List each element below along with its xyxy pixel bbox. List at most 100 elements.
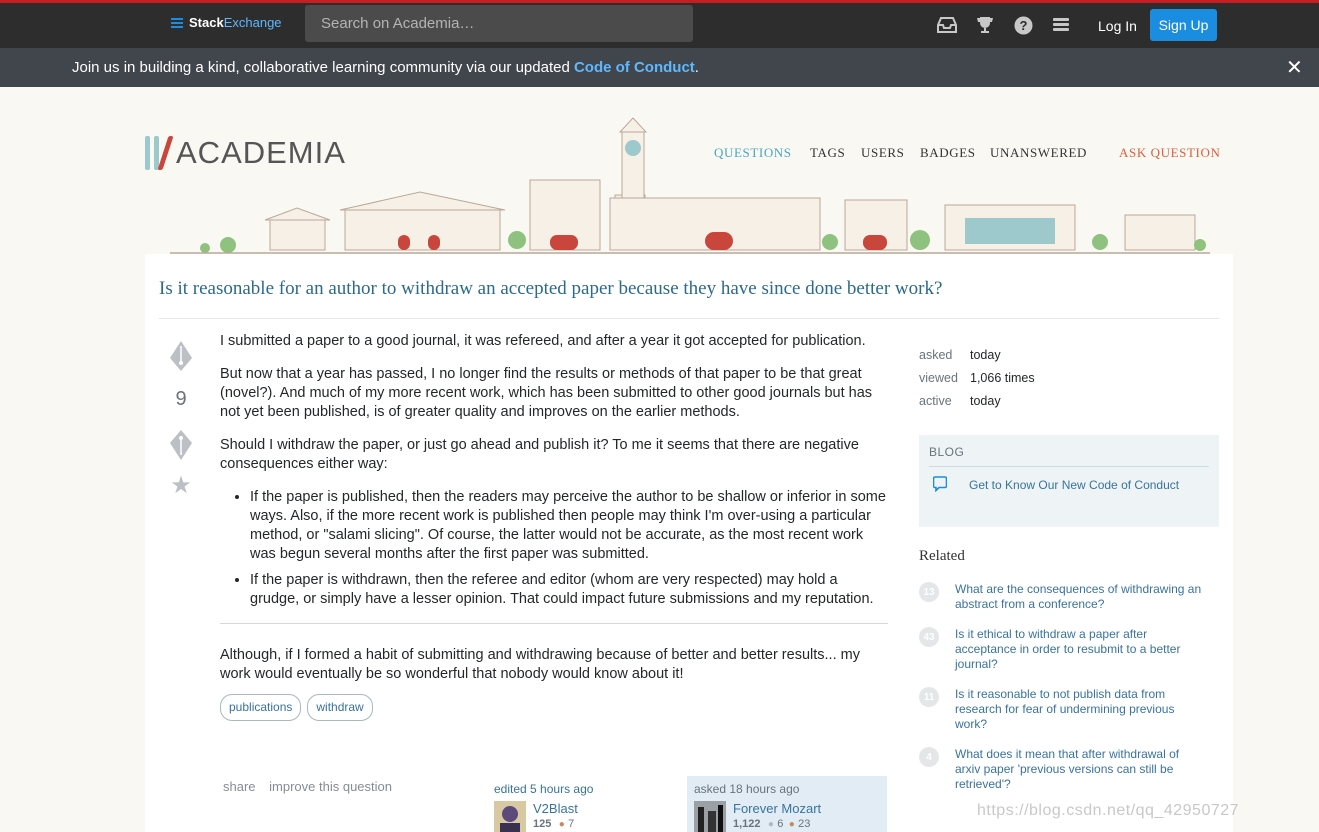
asked-label: asked: [919, 348, 953, 362]
search-input[interactable]: Search on Academia…: [305, 5, 693, 42]
list-item[interactable]: 43 Is it ethical to withdraw a paper aft…: [919, 627, 1219, 672]
ask-question-button[interactable]: ASK QUESTION: [1119, 145, 1220, 161]
related-link[interactable]: What are the consequences of withdrawing…: [955, 582, 1205, 612]
site-header: ACADEMIA QUESTIONS TAGS USERS BADGES UNA…: [145, 100, 1235, 254]
related-link[interactable]: Is it reasonable to not publish data fro…: [955, 687, 1205, 732]
editor-bronze-count: 7: [568, 818, 575, 830]
asked-time: asked 18 hours ago: [694, 782, 880, 796]
asked-value: today: [970, 348, 1001, 362]
improve-question-link[interactable]: improve this question: [269, 779, 392, 794]
title-divider: [159, 318, 1219, 319]
watermark-text: https://blog.csdn.net/qq_42950727: [977, 802, 1240, 819]
related-score: 13: [919, 582, 939, 602]
asked-time-value: 18 hours ago: [729, 782, 800, 796]
tag-publications[interactable]: publications: [220, 694, 302, 721]
stackexchange-logo-icon: [171, 16, 183, 30]
body-divider: [220, 623, 888, 624]
related-header: Related: [919, 548, 965, 564]
code-of-conduct-link[interactable]: Code of Conduct: [574, 59, 695, 76]
help-icon[interactable]: ?: [1011, 14, 1035, 36]
bronze-badge-icon: ●: [558, 819, 565, 830]
consequences-list: If the paper is published, then the read…: [250, 488, 888, 609]
related-link[interactable]: Is it ethical to withdraw a paper after …: [955, 627, 1205, 672]
viewed-label: viewed: [919, 371, 958, 385]
asker-signature: asked 18 hours ago Forever Mozart 1,122 …: [687, 776, 887, 832]
paragraph-3: Should I withdraw the paper, or just go …: [220, 437, 859, 472]
inbox-icon[interactable]: [935, 14, 959, 36]
editor-name[interactable]: V2Blast: [533, 801, 578, 816]
achievements-icon[interactable]: [973, 14, 997, 36]
main-content: Is it reasonable for an author to withdr…: [145, 254, 1233, 832]
stackexchange-logo[interactable]: Stack Exchange: [171, 15, 282, 30]
related-score: 4: [919, 747, 939, 767]
tag-withdraw[interactable]: withdraw: [307, 694, 373, 721]
asker-silver-count: 6: [777, 818, 784, 830]
silver-badge-icon: ●: [767, 819, 774, 830]
close-icon[interactable]: ✕: [1286, 55, 1303, 80]
related-list: 13 What are the consequences of withdraw…: [919, 582, 1219, 807]
nav-users[interactable]: USERS: [861, 145, 904, 161]
upvote-icon[interactable]: [165, 338, 197, 374]
list-item: If the paper is published, then the read…: [250, 488, 888, 564]
asker-user: Forever Mozart 1,122 ● 6 ● 23: [694, 801, 880, 832]
blog-header: BLOG: [929, 445, 1209, 467]
blog-item[interactable]: Get to Know Our New Code of Conduct: [929, 476, 1209, 494]
asker-reputation: 1,122: [733, 818, 761, 830]
notice-text: Join us in building a kind, collaborativ…: [72, 59, 574, 76]
nav-tags[interactable]: TAGS: [810, 145, 845, 161]
related-score: 11: [919, 687, 939, 707]
login-link[interactable]: Log In: [1098, 18, 1137, 34]
favorite-star-icon[interactable]: ★: [165, 471, 197, 500]
question-stats: asked today viewed 1,066 times active today: [919, 344, 1035, 413]
share-link[interactable]: share: [223, 779, 256, 794]
avatar[interactable]: [494, 801, 526, 832]
editor-reputation: 125: [533, 818, 552, 830]
campus-skyline-illustration: [170, 117, 1210, 254]
viewed-value: 1,066 times: [970, 371, 1035, 385]
blog-item-label: Get to Know Our New Code of Conduct: [969, 478, 1180, 492]
list-item[interactable]: 11 Is it reasonable to not publish data …: [919, 687, 1219, 732]
academia-logo-icon: [145, 136, 174, 170]
nav-questions[interactable]: QUESTIONS: [714, 145, 792, 161]
signup-button[interactable]: Sign Up: [1150, 9, 1217, 41]
active-label: active: [919, 394, 952, 408]
brand-first: Stack: [189, 15, 224, 30]
paragraph-1: I submitted a paper to a good journal, i…: [220, 333, 866, 349]
brand-second: Exchange: [223, 15, 282, 30]
site-switcher-icon[interactable]: [1049, 14, 1073, 36]
academia-logo[interactable]: ACADEMIA: [145, 135, 346, 171]
question-title[interactable]: Is it reasonable for an author to withdr…: [159, 278, 942, 300]
question-body: I submitted a paper to a good journal, i…: [220, 332, 888, 721]
post-actions: share improve this question: [223, 779, 402, 794]
edited-prefix: edited: [494, 782, 527, 796]
notice-banner: Join us in building a kind, collaborativ…: [0, 48, 1319, 87]
list-item[interactable]: 4 What does it mean that after withdrawa…: [919, 747, 1219, 792]
list-item: If the paper is withdrawn, then the refe…: [250, 571, 888, 609]
editor-user: V2Blast 125 ● 7: [494, 801, 680, 832]
svg-text:?: ?: [1019, 18, 1027, 33]
bronze-badge-icon: ●: [788, 819, 795, 830]
paragraph-2: But now that a year has passed, I no lon…: [220, 366, 873, 420]
logo-text: ACADEMIA: [176, 135, 346, 170]
related-score: 43: [919, 627, 939, 647]
nav-badges[interactable]: BADGES: [920, 145, 976, 161]
vote-cell: 9 ★: [165, 338, 197, 500]
list-item[interactable]: 13 What are the consequences of withdraw…: [919, 582, 1219, 612]
asked-prefix: asked: [694, 782, 727, 796]
tag-list: publications withdraw: [220, 694, 888, 721]
nav-unanswered[interactable]: UNANSWERED: [990, 145, 1087, 161]
chat-bubble-icon: [932, 476, 951, 494]
edited-time[interactable]: edited 5 hours ago: [494, 782, 680, 796]
blog-widget: BLOG Get to Know Our New Code of Conduct: [919, 435, 1219, 527]
vote-count: 9: [175, 388, 187, 410]
top-icons: ?: [935, 14, 1073, 36]
avatar[interactable]: [694, 801, 726, 832]
active-value[interactable]: today: [970, 394, 1001, 408]
downvote-icon[interactable]: [165, 427, 197, 463]
notice-end: .: [694, 59, 699, 76]
asker-bronze-count: 23: [798, 818, 811, 830]
related-link[interactable]: What does it mean that after withdrawal …: [955, 747, 1205, 792]
asker-name[interactable]: Forever Mozart: [733, 801, 821, 816]
paragraph-4: Although, if I formed a habit of submitt…: [220, 647, 860, 682]
notice-message: Join us in building a kind, collaborativ…: [72, 59, 699, 76]
